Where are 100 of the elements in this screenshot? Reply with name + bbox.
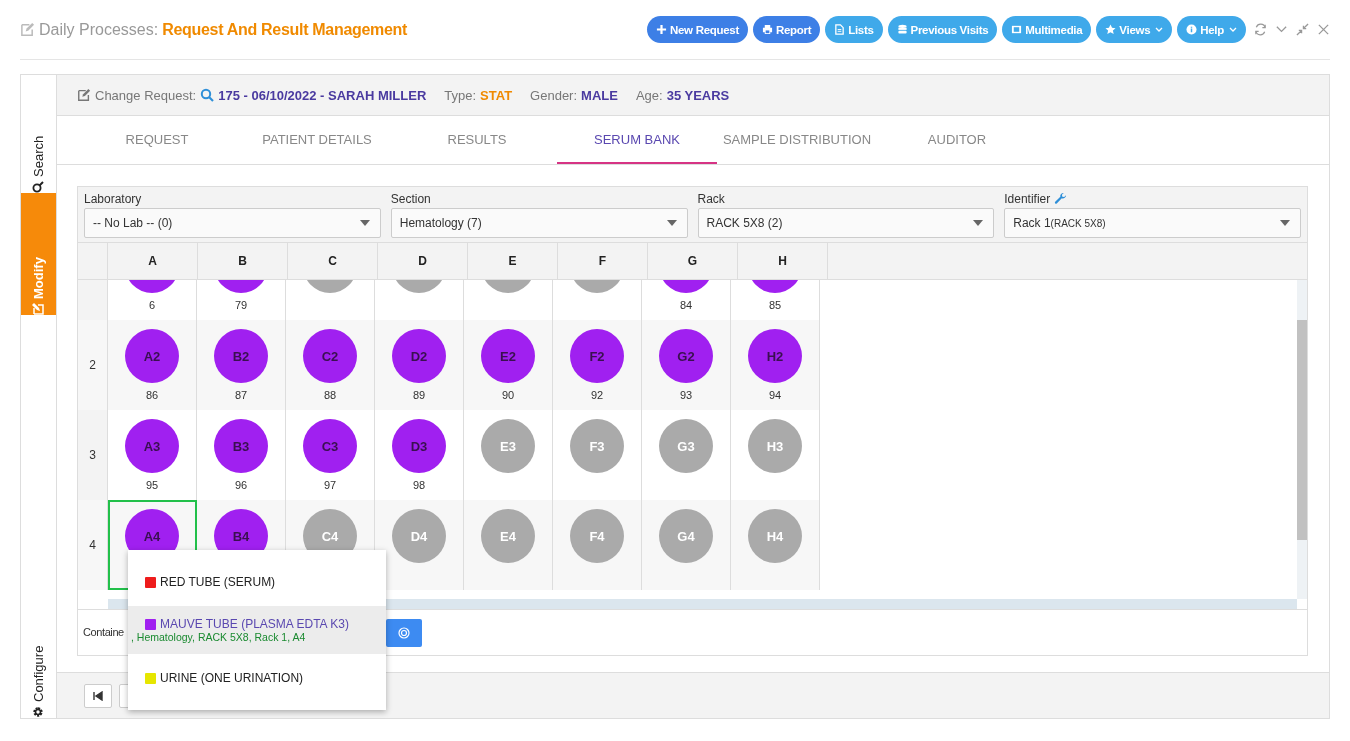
rack-cell[interactable]: H2 94 (731, 320, 820, 410)
toolbar-button[interactable]: Help (1177, 16, 1246, 43)
select-field[interactable]: RACK 5X8 (2) (697, 208, 995, 238)
tube-slot[interactable]: F2 (570, 329, 624, 383)
tube-slot[interactable]: A3 (125, 419, 179, 473)
filter-label: Identifier (1004, 191, 1051, 206)
info-icon (1186, 24, 1198, 35)
select-field[interactable]: -- No Lab -- (0) (84, 208, 381, 238)
first-page-button[interactable] (84, 683, 112, 708)
toolbar-button[interactable]: Lists (825, 16, 883, 43)
rack-cell[interactable]: F4 (553, 500, 642, 590)
tube-slot[interactable]: E2 (481, 329, 535, 383)
column-header: H (738, 243, 828, 279)
tube-name: URINE (ONE URINATION) (160, 671, 304, 685)
target-button[interactable] (386, 619, 422, 647)
tab[interactable]: SERUM BANK (557, 116, 717, 164)
tube-slot[interactable]: G2 (659, 329, 713, 383)
refresh-icon[interactable] (1254, 23, 1267, 36)
database-icon (896, 24, 908, 35)
toolbar-button[interactable]: New Request (647, 16, 748, 43)
vertical-scrollbar[interactable] (1297, 280, 1307, 599)
tab[interactable]: SAMPLE DISTRIBUTION (717, 116, 877, 164)
field-value: STAT (480, 87, 513, 103)
caret-icon (1155, 27, 1164, 32)
toolbar-button[interactable]: Views (1096, 16, 1173, 43)
tab[interactable]: REQUEST (77, 116, 237, 164)
field-label: Gender: (530, 87, 578, 103)
menu-item[interactable]: MAUVE TUBE (PLASMA EDTA K3) , Hematology, RACK 5X8, Rack 1, A4 (128, 606, 386, 654)
field-label: Age: (635, 87, 663, 103)
tube-slot[interactable]: D2 (392, 329, 446, 383)
sample-number: 6 (148, 299, 156, 311)
tube-slot[interactable]: D3 (392, 419, 446, 473)
sample-number: 92 (590, 389, 604, 401)
request-value: 175 - 06/10/2022 - SARAH MILLER (218, 87, 427, 103)
tube-slot[interactable]: F4 (570, 509, 624, 563)
search-icon[interactable] (200, 88, 215, 102)
rack-cell[interactable]: E4 (464, 500, 553, 590)
tube-slot[interactable]: H3 (748, 419, 802, 473)
tube-slot[interactable]: G4 (659, 509, 713, 563)
sample-number: 97 (323, 479, 337, 491)
tube-slot[interactable]: A2 (125, 329, 179, 383)
sample-number: 88 (323, 389, 337, 401)
rack-cell[interactable]: E2 90 (464, 320, 553, 410)
sample-number: 96 (234, 479, 248, 491)
sidebar-tab[interactable]: Modify (21, 193, 56, 315)
dropdown-arrow-icon (973, 220, 984, 226)
sample-number: 87 (234, 389, 248, 401)
sample-number: 95 (145, 479, 159, 491)
toolbar-button[interactable]: Previous Visits (887, 16, 998, 43)
tube-slot[interactable]: C3 (303, 419, 357, 473)
rack-cell[interactable]: H4 (731, 500, 820, 590)
tube-slot[interactable]: B2 (214, 329, 268, 383)
compress-icon[interactable] (1296, 23, 1309, 36)
toolbar-button[interactable]: Multimedia (1002, 16, 1092, 43)
tab[interactable]: AUDITOR (877, 116, 1037, 164)
tube-slot[interactable]: D4 (392, 509, 446, 563)
printer-icon (761, 24, 773, 35)
tab[interactable]: RESULTS (397, 116, 557, 164)
search-icon (32, 181, 45, 193)
filter-label: Laboratory (84, 191, 142, 206)
row-header: 4 (78, 500, 108, 590)
menu-item[interactable]: URINE (ONE URINATION) (128, 654, 386, 702)
column-header: B (198, 243, 288, 279)
sample-number: 90 (501, 389, 515, 401)
page-title-prefix: Daily Processes: (39, 20, 159, 39)
sample-number: 84 (679, 299, 693, 311)
field-value: MALE (581, 87, 618, 103)
select-field[interactable]: Hematology (7) (390, 208, 688, 238)
column-header: C (288, 243, 378, 279)
rack-cell[interactable]: D2 89 (375, 320, 464, 410)
rack-cell[interactable]: D4 (375, 500, 464, 590)
toolbar-button[interactable]: Report (752, 16, 821, 43)
tube-slot[interactable]: C2 (303, 329, 357, 383)
dropdown-arrow-icon (359, 220, 370, 226)
sample-number: 93 (679, 389, 693, 401)
tube-slot[interactable]: G3 (659, 419, 713, 473)
film-icon (1011, 24, 1023, 35)
close-icon[interactable] (1317, 23, 1330, 36)
wrench-icon[interactable] (1054, 192, 1068, 205)
rack-cell[interactable]: F2 92 (553, 320, 642, 410)
rack-cell[interactable]: A2 86 (108, 320, 197, 410)
tube-slot[interactable]: B3 (214, 419, 268, 473)
tube-slot[interactable]: H2 (748, 329, 802, 383)
plus-icon (656, 24, 667, 35)
rack-cell[interactable]: G4 (642, 500, 731, 590)
column-header: E (468, 243, 558, 279)
tube-slot[interactable]: E4 (481, 509, 535, 563)
sample-number: 98 (412, 479, 426, 491)
field-value: 35 YEARS (666, 87, 730, 103)
tab[interactable]: PATIENT DETAILS (237, 116, 397, 164)
tube-name: MAUVE TUBE (PLASMA EDTA K3) (160, 617, 349, 631)
rack-cell[interactable]: B2 87 (197, 320, 286, 410)
dropdown-arrow-icon (1280, 220, 1290, 226)
select-field[interactable]: Rack 1(RACK 5X8) (1004, 208, 1301, 238)
tube-slot[interactable]: F3 (570, 419, 624, 473)
rack-cell[interactable]: G2 93 (642, 320, 731, 410)
rack-cell[interactable]: C2 88 (286, 320, 375, 410)
column-header: F (558, 243, 648, 279)
tube-slot[interactable]: H4 (748, 509, 802, 563)
tube-slot[interactable]: E3 (481, 419, 535, 473)
